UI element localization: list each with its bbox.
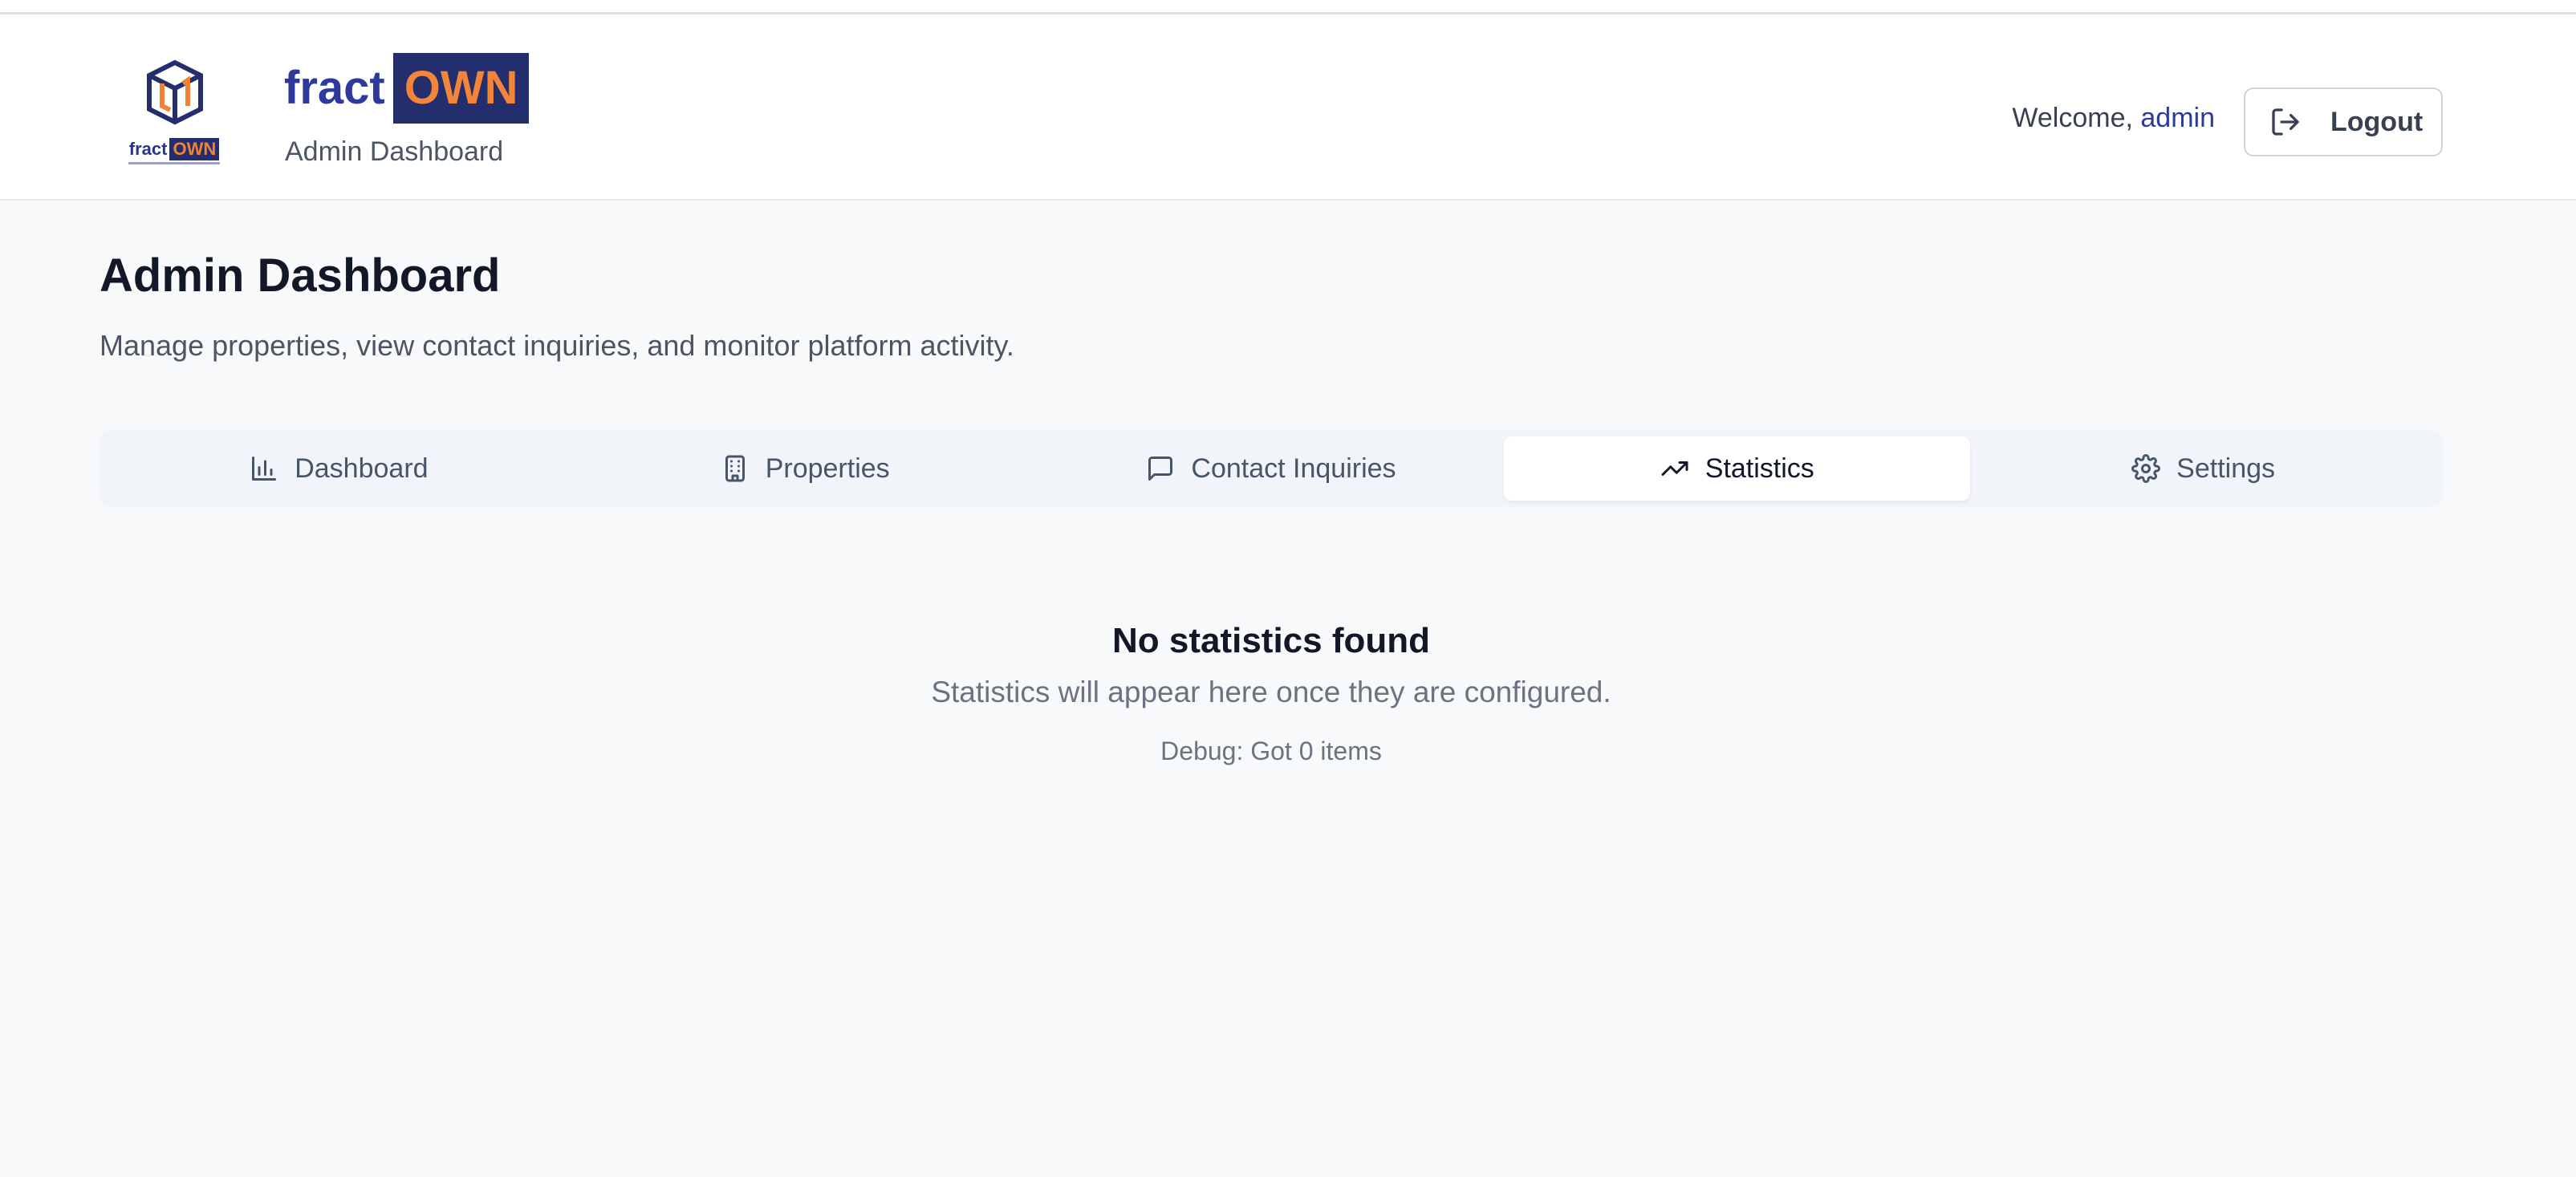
brand-own: OWN	[392, 53, 530, 124]
gear-icon	[2131, 454, 2161, 483]
tab-settings-label: Settings	[2176, 453, 2276, 484]
tab-statistics-label: Statistics	[1704, 453, 1814, 484]
welcome-prefix: Welcome,	[2012, 103, 2133, 133]
welcome-username: admin	[2140, 103, 2215, 133]
app-header: fract OWN fract OWN Admin Dashboard Welco…	[0, 14, 2576, 201]
browser-top-rule	[0, 0, 2576, 14]
message-square-icon	[1148, 457, 1173, 481]
debug-text: Debug: Got 0 items	[1160, 737, 1382, 765]
logo-tagline	[128, 162, 220, 164]
page-title: Admin Dashboard	[100, 250, 501, 302]
tab-properties[interactable]: Properties	[572, 436, 1038, 501]
welcome-message: Welcome, admin	[2012, 103, 2215, 134]
tab-contact-inquiries-label: Contact Inquiries	[1191, 453, 1396, 484]
empty-state-message: Statistics will appear here once they ar…	[931, 676, 1611, 708]
logo-wordmark-fract: fract	[128, 139, 168, 159]
logo[interactable]: fract OWN	[122, 59, 226, 170]
logout-button[interactable]: Logout	[2244, 87, 2443, 156]
fractown-cube-logo-icon	[147, 59, 203, 125]
tab-dashboard[interactable]: Dashboard	[106, 436, 572, 501]
logout-icon	[2272, 108, 2299, 136]
bar-chart-icon	[252, 457, 277, 481]
tab-dashboard-label: Dashboard	[295, 453, 429, 484]
page-subtitle: Manage properties, view contact inquirie…	[100, 329, 1014, 362]
trending-up-icon	[1661, 461, 1688, 476]
brand-subtitle: Admin Dashboard	[285, 136, 504, 167]
tab-bar: Dashboard Properties Contact Inquiries S…	[100, 430, 2443, 507]
brand-wordmark[interactable]: fract OWN	[284, 53, 530, 124]
tab-contact-inquiries[interactable]: Contact Inquiries	[1038, 436, 1505, 501]
logout-label: Logout	[2330, 106, 2424, 137]
brand-fract: fract	[284, 62, 385, 114]
logo-wordmark: fract OWN	[122, 138, 226, 160]
building-icon	[725, 455, 745, 482]
tab-properties-label: Properties	[765, 453, 890, 484]
tab-statistics[interactable]: Statistics	[1504, 436, 1971, 501]
empty-state-title: No statistics found	[1111, 621, 1431, 660]
logo-wordmark-own: OWN	[169, 138, 220, 160]
tab-settings[interactable]: Settings	[1970, 436, 2436, 501]
